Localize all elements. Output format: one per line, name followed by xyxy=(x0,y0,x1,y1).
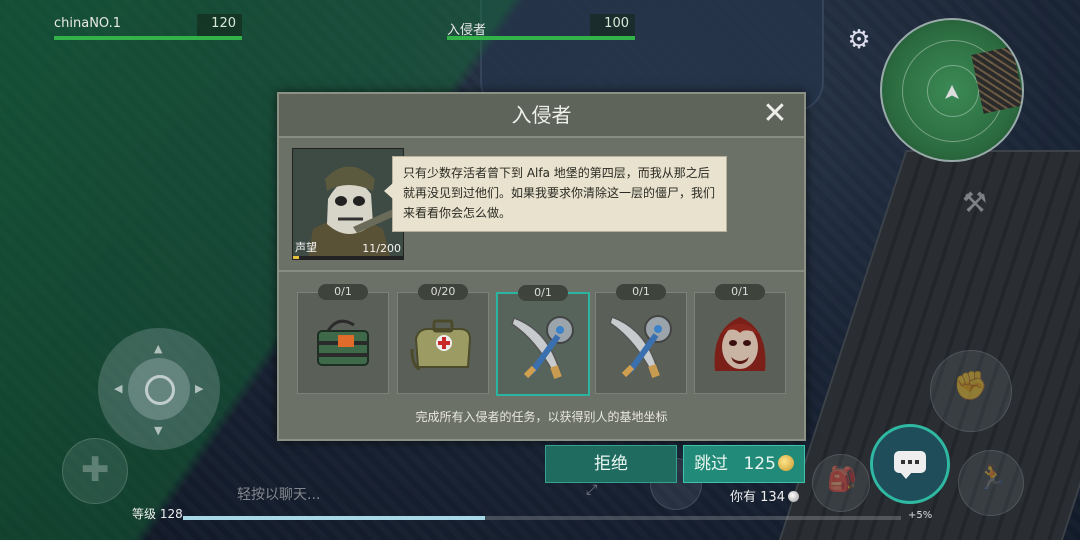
task-count: 0/1 xyxy=(318,284,368,300)
npc-speech-bubble: 只有少数存活者曾下到 Alfa 地堡的第四层，而我从那之后就再没见到过他们。如果… xyxy=(384,156,727,232)
attack-button[interactable]: ✊ xyxy=(930,350,1012,432)
level-value: 128 xyxy=(159,507,183,521)
zombie-head-icon xyxy=(714,317,766,371)
xp-bar xyxy=(183,516,901,520)
fist-icon: ✊ xyxy=(953,369,988,402)
crafting-icon[interactable]: ⚒ xyxy=(962,186,987,219)
gold-coin-icon xyxy=(777,455,794,471)
xp-bonus: +5% xyxy=(908,510,933,521)
dialog-title: 入侵者 xyxy=(511,103,572,127)
reject-label: 拒绝 xyxy=(594,454,628,474)
movement-joystick[interactable]: ▲ ▼ ◀ ▶ xyxy=(98,328,220,450)
level-label: 等级 xyxy=(132,507,157,521)
arrow-left-icon: ◀ xyxy=(114,382,123,395)
task-count: 0/1 xyxy=(518,285,568,301)
game-scene: chinaNO.1 120 入侵者 100 ⚙ ▲ ▼ ◀ ▶ ✚ ⚒ ✊ 🏃 … xyxy=(0,0,1080,540)
backpack-icon: 🎒 xyxy=(827,465,857,493)
reputation-value: 11/200 xyxy=(362,242,401,255)
enemy-hp-fill xyxy=(447,36,635,40)
xp-fill xyxy=(183,516,485,520)
sprint-button[interactable]: 🏃 xyxy=(958,450,1024,516)
sawblade-machete-icon xyxy=(511,316,574,380)
medkit-bag-icon xyxy=(410,319,472,371)
player-level: 等级 128 xyxy=(132,505,183,522)
arrow-up-icon: ▲ xyxy=(154,342,163,355)
arrow-down-icon: ▼ xyxy=(154,424,163,437)
backpack-button[interactable]: 🎒 xyxy=(812,454,870,512)
chat-bubble-icon xyxy=(894,451,926,479)
player-hp-value: 120 xyxy=(211,16,236,31)
divider xyxy=(279,270,804,272)
have-value: 134 xyxy=(760,490,785,505)
arrow-right-icon: ▶ xyxy=(195,382,204,395)
invader-dialog: 入侵者 ✕ 声望 11/200 只有少数存活者曾下到 Alfa 地堡的第四层，而… xyxy=(277,92,806,441)
task-slot[interactable]: 0/1 xyxy=(297,284,389,394)
heal-button[interactable]: ✚ xyxy=(62,438,128,504)
dialog-footnote: 完成所有入侵者的任务，以获得别人的基地坐标 xyxy=(415,410,668,424)
fullscreen-icon[interactable]: ⤢ xyxy=(586,482,597,498)
player-hp-fill xyxy=(54,36,242,40)
sawblade-machete-icon xyxy=(609,315,672,379)
skip-button[interactable]: 跳过 125 xyxy=(683,445,805,483)
reputation-bar xyxy=(293,256,403,259)
silver-coin-icon xyxy=(787,491,799,502)
reputation-fill xyxy=(293,256,300,259)
dialog-header: 入侵者 ✕ xyxy=(279,94,804,138)
task-slot[interactable]: 0/1 xyxy=(595,284,687,394)
task-slot[interactable]: 0/1 xyxy=(694,284,786,394)
task-slot[interactable]: 0/20 xyxy=(397,284,489,394)
task-count: 0/1 xyxy=(616,284,666,300)
chat-button[interactable] xyxy=(870,424,950,504)
plus-icon: ✚ xyxy=(81,450,110,490)
running-man-icon: 🏃 xyxy=(977,463,1007,491)
task-count: 0/1 xyxy=(715,284,765,300)
player-name: chinaNO.1 xyxy=(54,16,122,31)
reputation-label: 声望 xyxy=(295,241,317,254)
npc-portrait: 声望 11/200 xyxy=(292,148,404,260)
currency-balance: 你有 134 xyxy=(730,486,799,505)
close-icon[interactable]: ✕ xyxy=(760,99,790,129)
task-count: 0/20 xyxy=(418,284,468,300)
task-slot-selected[interactable]: 0/1 xyxy=(496,285,590,396)
enemy-hp-value: 100 xyxy=(604,16,629,31)
joystick-center xyxy=(145,375,175,405)
explosive-pack-icon xyxy=(317,319,369,366)
skip-cost: 125 xyxy=(743,454,776,474)
chat-input[interactable]: 轻按以聊天... xyxy=(237,484,537,504)
gear-icon[interactable]: ⚙ xyxy=(845,26,873,54)
have-label: 你有 xyxy=(730,490,757,505)
skip-label: 跳过 xyxy=(694,454,729,474)
reject-button[interactable]: 拒绝 xyxy=(545,445,677,483)
minimap[interactable] xyxy=(880,18,1024,162)
